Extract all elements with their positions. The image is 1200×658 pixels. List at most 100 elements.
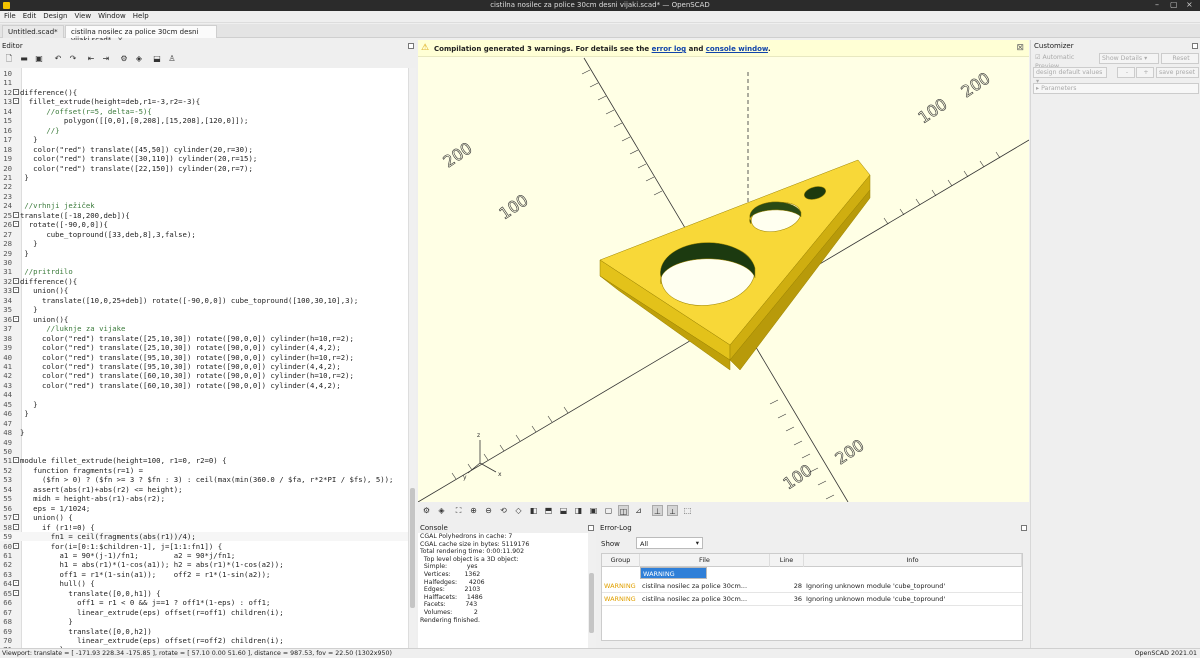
render-icon[interactable]: ◈ — [134, 54, 144, 64]
parameters-group[interactable]: ▸ Parameters — [1033, 83, 1199, 94]
code-line[interactable]: 20 color("red") translate([22,150]) cyli… — [0, 164, 408, 173]
code-line[interactable]: 40 color("red") translate([95,10,30]) ro… — [0, 353, 408, 362]
code-line[interactable]: 70 linear_extrude(eps) offset(r=off2) ch… — [0, 636, 408, 645]
console-output[interactable]: CGAL Polyhedrons in cache: 7 CGAL cache s… — [418, 533, 588, 648]
code-line[interactable]: 22 — [0, 182, 408, 191]
code-line[interactable]: 39 color("red") translate([25,10,30]) ro… — [0, 343, 408, 352]
redo-icon[interactable]: ↷ — [68, 54, 78, 64]
menu-window[interactable]: Window — [94, 11, 129, 20]
code-line[interactable]: 11 — [0, 78, 408, 87]
view-all-icon[interactable]: ⛶ — [453, 505, 464, 516]
render-icon[interactable]: ◈ — [436, 505, 447, 516]
fold-toggle-icon[interactable]: - — [13, 221, 19, 228]
code-line[interactable]: 31 //pritrdilo — [0, 267, 408, 276]
code-line[interactable]: 51- module fillet_extrude(height=100, r1=… — [0, 456, 408, 465]
fold-toggle-icon[interactable]: - — [13, 277, 19, 284]
code-line[interactable]: 50 — [0, 447, 408, 456]
code-line[interactable]: 54 assert(abs(r1)+abs(r2) <= height); — [0, 485, 408, 494]
export-stl-icon[interactable]: ⬓ — [152, 54, 162, 64]
save-icon[interactable]: ▣ — [34, 54, 44, 64]
code-line[interactable]: 10 — [0, 69, 408, 78]
code-line[interactable]: 30 — [0, 258, 408, 267]
left-view-icon[interactable]: ◨ — [573, 505, 584, 516]
code-line[interactable]: 65- translate([0,0,h1]) { — [0, 589, 408, 598]
new-icon[interactable]: 🗋 — [4, 54, 14, 64]
code-line[interactable]: 27 cube_topround([33,deb,8],3,false); — [0, 230, 408, 239]
error-log-dock-icon[interactable] — [1021, 525, 1027, 531]
preview-icon[interactable]: ⚙ — [421, 505, 432, 516]
code-line[interactable]: 17 } — [0, 135, 408, 144]
tab-untitled[interactable]: Untitled.scad* — [2, 25, 64, 38]
fold-toggle-icon[interactable]: - — [13, 542, 19, 549]
console-scrollbar[interactable] — [588, 533, 596, 648]
code-line[interactable]: 32- difference(){ — [0, 277, 408, 286]
fold-toggle-icon[interactable]: - — [13, 589, 19, 596]
code-line[interactable]: 45 } — [0, 400, 408, 409]
code-line[interactable]: 24 //vrhnji ježiček — [0, 201, 408, 210]
code-line[interactable]: 33- union(){ — [0, 286, 408, 295]
code-line[interactable]: 56 eps = 1/1024; — [0, 504, 408, 513]
code-line[interactable]: 15 polygon([[0,0],[0,208],[15,208],[120,… — [0, 116, 408, 125]
add-preset-button[interactable]: + — [1136, 67, 1154, 78]
send-print-icon[interactable]: ♙ — [167, 54, 177, 64]
code-line[interactable]: 48} — [0, 428, 408, 437]
code-line[interactable]: 38 color("red") translate([25,10,30]) ro… — [0, 334, 408, 343]
code-line[interactable]: 60- for(i=[0:1:$children-1], j=[1:1:fn1]… — [0, 542, 408, 551]
menu-file[interactable]: File — [0, 11, 19, 20]
menu-design[interactable]: Design — [39, 11, 70, 20]
fold-toggle-icon[interactable]: - — [13, 580, 19, 587]
code-line[interactable]: 28 } — [0, 239, 408, 248]
table-row[interactable]: WARNING Can't open library 'roundedcube.… — [640, 567, 971, 579]
zoom-in-icon[interactable]: ⊕ — [468, 505, 479, 516]
menu-help[interactable]: Help — [129, 11, 152, 20]
right-view-icon[interactable]: ◧ — [528, 505, 539, 516]
code-line[interactable]: 35 } — [0, 305, 408, 314]
code-line[interactable]: 14 //offset(r=5, delta=-5){ — [0, 107, 408, 116]
unindent-icon[interactable]: ⇤ — [86, 54, 96, 64]
table-row[interactable]: WARNING cistilna nosilec za police 30cm.… — [602, 593, 1022, 606]
perspective-icon[interactable]: ◇ — [513, 505, 524, 516]
code-line[interactable]: 47 — [0, 419, 408, 428]
editor-dock-icon[interactable] — [408, 43, 414, 49]
tab-cistilna-nosilec[interactable]: cistilna nosilec za police 30cm desni vi… — [65, 25, 217, 44]
remove-preset-button[interactable]: - — [1117, 67, 1135, 78]
indent-icon[interactable]: ⇥ — [101, 54, 111, 64]
top-view-icon[interactable]: ⬒ — [543, 505, 554, 516]
code-line[interactable]: 41 color("red") translate([95,10,30]) ro… — [0, 362, 408, 371]
editor-scrollbar[interactable] — [408, 68, 416, 648]
customizer-dock-icon[interactable] — [1192, 43, 1198, 49]
code-line[interactable]: 61 a1 = 90*(j-1)/fn1; a2 = 90*j/fn1; — [0, 551, 408, 560]
show-edges-icon[interactable]: ⟂ — [667, 505, 678, 516]
code-line[interactable]: 23 — [0, 192, 408, 201]
code-line[interactable]: 42 color("red") translate([60,10,30]) ro… — [0, 371, 408, 380]
code-line[interactable]: 18 color("red") translate([45,50]) cylin… — [0, 145, 408, 154]
code-line[interactable]: 37 //luknje za vijake — [0, 324, 408, 333]
scrollbar-thumb[interactable] — [589, 573, 594, 633]
code-line[interactable]: 59 fn1 = ceil(fragments(abs(r1))/4); — [0, 532, 408, 542]
code-line[interactable]: 62 h1 = abs(r1)*(1-cos(a1)); h2 = abs(r1… — [0, 560, 408, 569]
code-line[interactable]: 49 — [0, 438, 408, 447]
reset-view-icon[interactable]: ⟲ — [498, 505, 509, 516]
orthogonal-icon[interactable]: ◫ — [618, 505, 629, 516]
col-file[interactable]: File — [640, 554, 770, 567]
fold-toggle-icon[interactable]: - — [13, 315, 19, 322]
code-line[interactable]: 21 } — [0, 173, 408, 182]
preview-icon[interactable]: ⚙ — [119, 54, 129, 64]
preset-select[interactable]: design default values ▾ — [1033, 67, 1107, 85]
reset-button[interactable]: Reset — [1161, 53, 1199, 64]
back-view-icon[interactable]: ▢ — [603, 505, 614, 516]
close-window-button[interactable]: × — [1186, 0, 1193, 9]
code-line[interactable]: 34 translate([10,0,25+deb]) rotate([-90,… — [0, 296, 408, 305]
code-line[interactable]: 67 linear_extrude(eps) offset(r=off1) ch… — [0, 608, 408, 617]
code-line[interactable]: 53 ($fn > 0) ? ($fn >= 3 ? $fn : 3) : ce… — [0, 475, 408, 484]
show-filter-select[interactable]: All ▾ — [636, 537, 703, 549]
code-line[interactable]: 26- rotate([-90,0,0]){ — [0, 220, 408, 229]
code-line[interactable]: 69 translate([0,0,h2]) — [0, 627, 408, 636]
code-line[interactable]: 19 color("red") translate([30,110]) cyli… — [0, 154, 408, 163]
zoom-out-icon[interactable]: ⊖ — [483, 505, 494, 516]
code-line[interactable]: 46 } — [0, 409, 408, 418]
menu-edit[interactable]: Edit — [19, 11, 40, 20]
code-line[interactable]: 25- translate([-18,200,deb]){ — [0, 211, 408, 220]
3d-viewport[interactable]: 200 100 100 200 200 100 z x y ⚠ Compilat… — [418, 40, 1029, 502]
console-window-link[interactable]: console window — [706, 45, 768, 53]
